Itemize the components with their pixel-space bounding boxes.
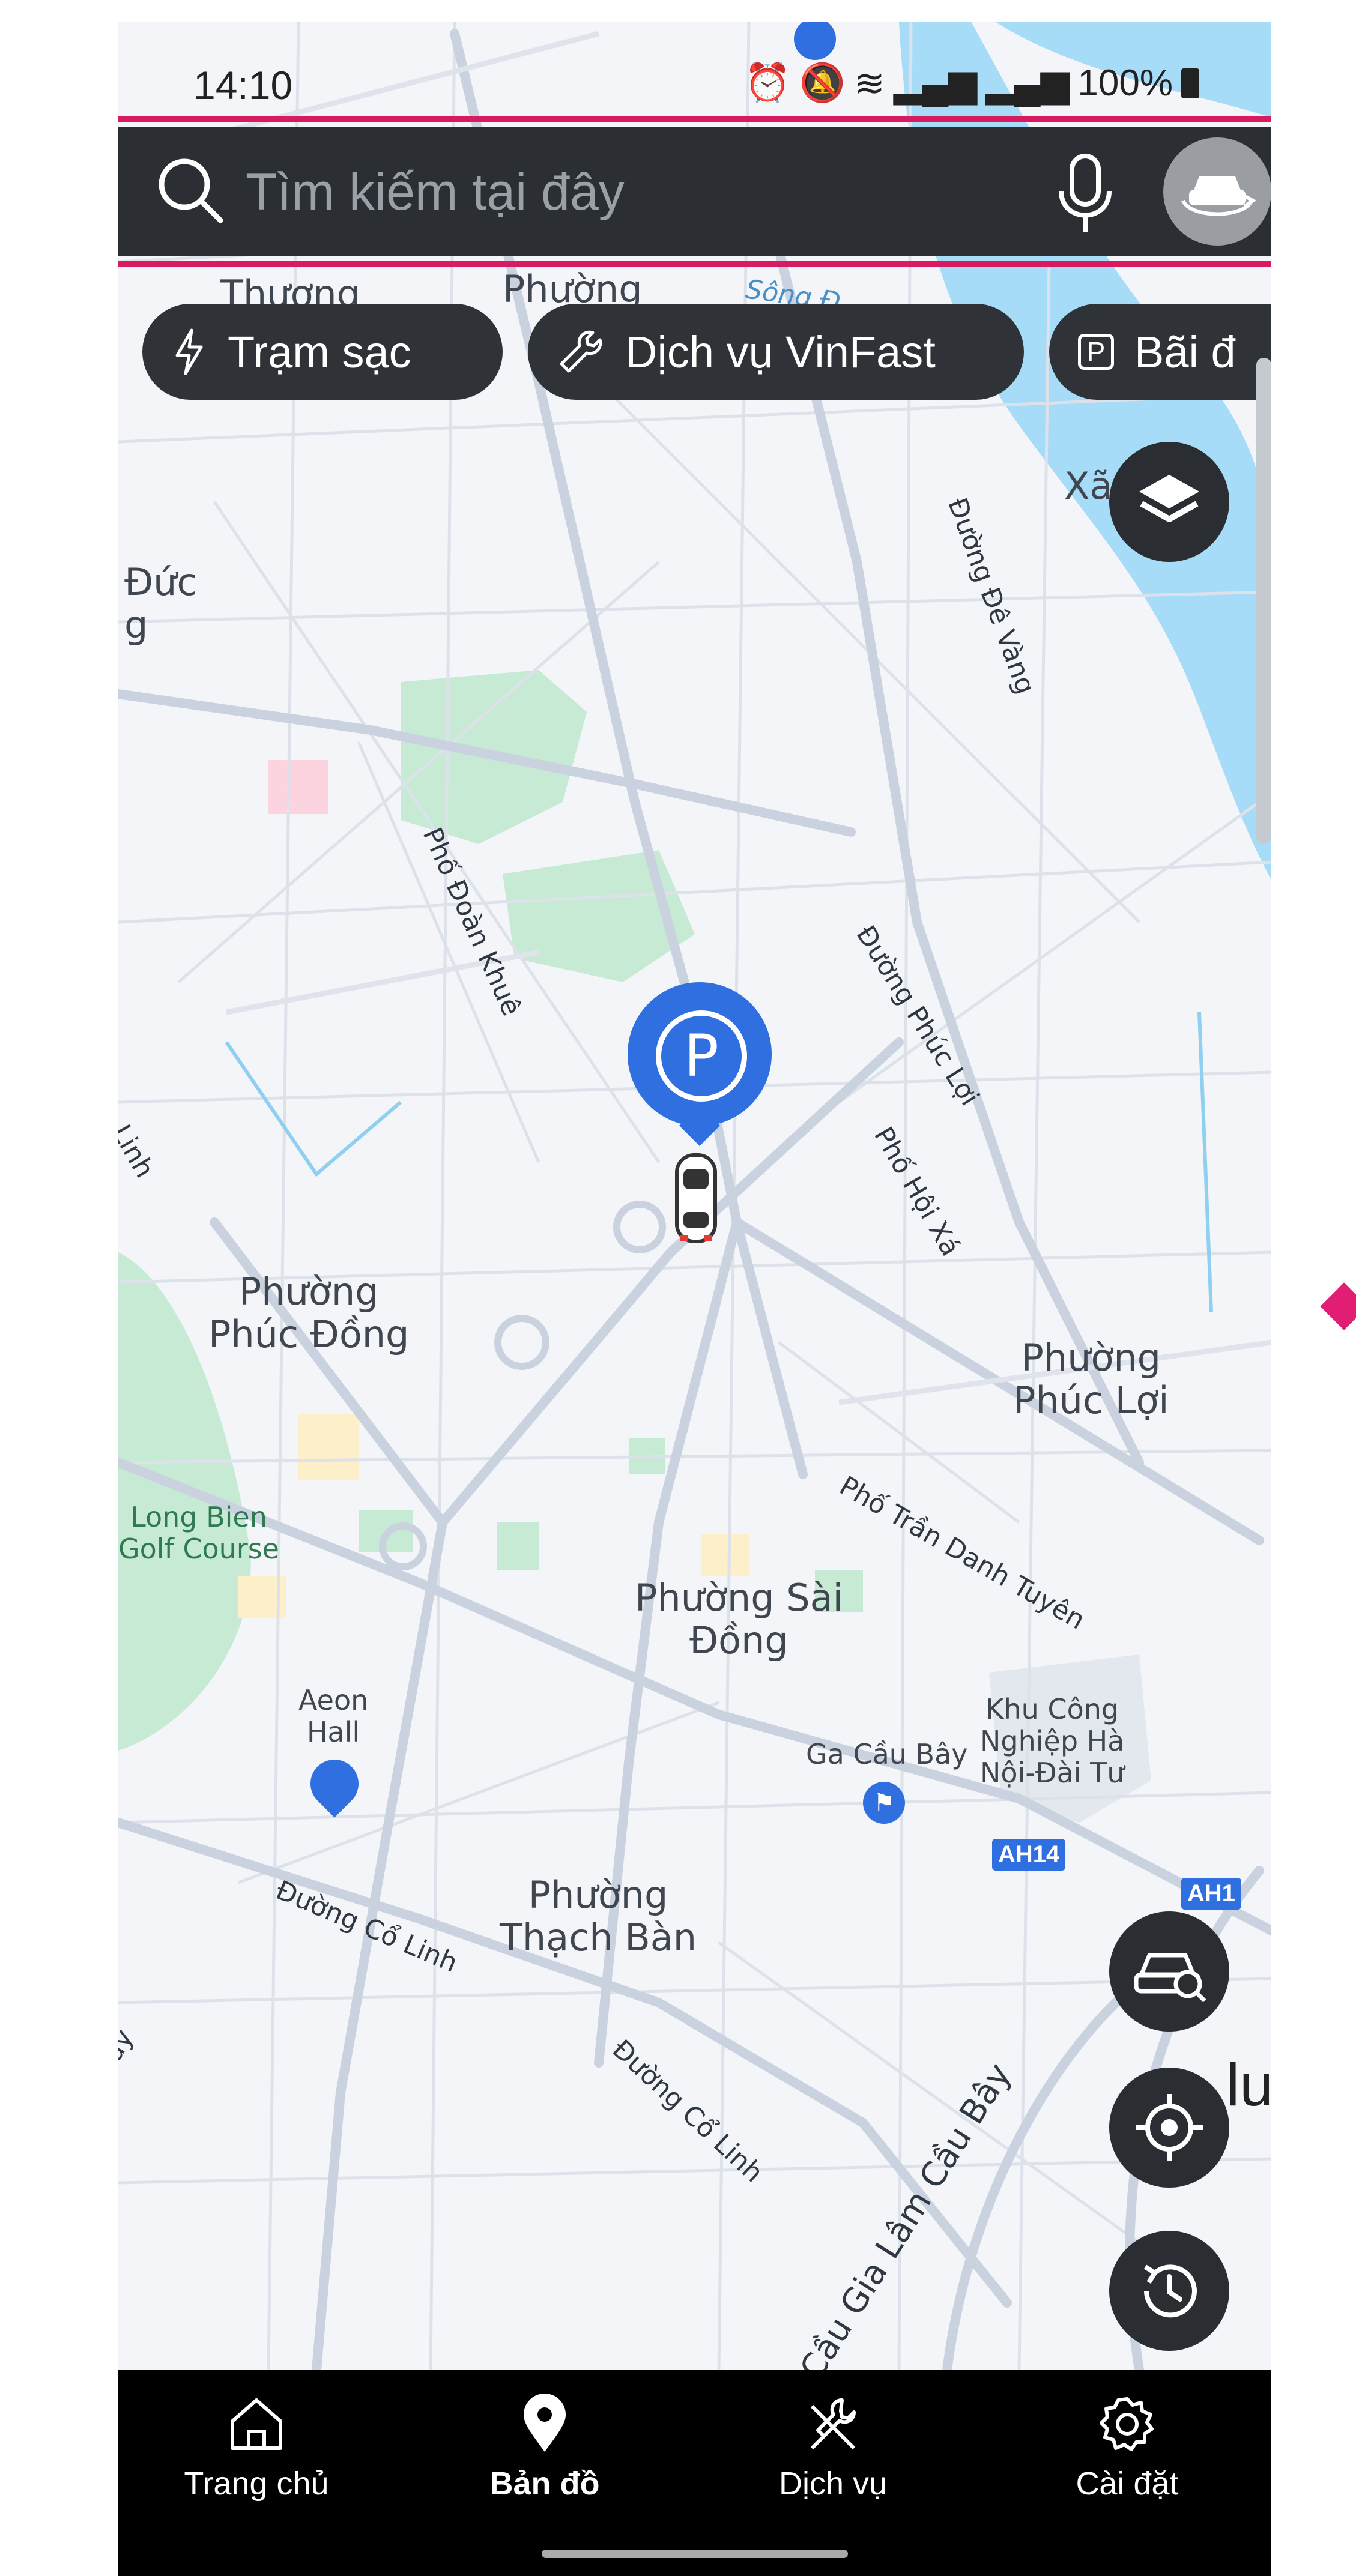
- map-layers-button[interactable]: [1109, 442, 1229, 562]
- battery-icon: [1181, 68, 1199, 98]
- map-pin-icon: [524, 2394, 566, 2452]
- area-label-phuc-loi: Phường Phúc Lợi: [1013, 1336, 1169, 1423]
- app-screen: Phường Phúc Đồng Phường Phúc Lợi Phường …: [118, 22, 1271, 2576]
- poi-label-golf: Long Bien Golf Course: [118, 1501, 279, 1565]
- history-button[interactable]: [1109, 2231, 1229, 2351]
- status-bar: 14:10 ⏰ 🔕 ≋ ▂▄▆ ▂▄▆ 100%: [118, 22, 1271, 112]
- nav-label-home: Trang chủ: [184, 2466, 329, 2502]
- chip-parking[interactable]: P Bãi đ: [1049, 304, 1271, 400]
- parking-icon: P: [1078, 334, 1114, 370]
- vehicle-search-button[interactable]: [1109, 1911, 1229, 2032]
- highway-shield-ah14: AH14: [992, 1839, 1066, 1871]
- crosshair-icon: [1136, 2094, 1203, 2161]
- poi-label-station: Ga Cầu Bây: [806, 1738, 968, 1770]
- area-label-duc: Đức g: [124, 560, 198, 647]
- chip-label-charging: Trạm sạc: [228, 327, 411, 377]
- chip-label-vinfast: Dịch vụ VinFast: [625, 327, 936, 377]
- nav-item-map[interactable]: Bản đồ: [419, 2394, 671, 2526]
- search-input[interactable]: [244, 127, 967, 257]
- signal-icon: ▂▄▆: [893, 63, 978, 104]
- wrench-icon: [560, 330, 602, 373]
- highway-shield-ah1: AH1: [1181, 1878, 1242, 1910]
- bottom-navigation: Trang chủ Bản đồ Dịch vụ Cài đặt: [118, 2370, 1271, 2576]
- status-icons: ⏰ 🔕 ≋ ▂▄▆ ▂▄▆ 100%: [744, 61, 1199, 105]
- parking-marker[interactable]: P: [628, 982, 772, 1146]
- gear-icon: [1100, 2397, 1154, 2451]
- nav-item-services[interactable]: Dịch vụ: [707, 2394, 959, 2526]
- nav-label-settings: Cài đặt: [1076, 2466, 1179, 2502]
- nav-item-settings[interactable]: Cài đặt: [1001, 2394, 1253, 2526]
- lightning-icon: [175, 328, 203, 375]
- battery-percent: 100%: [1077, 62, 1173, 104]
- chip-vinfast-service[interactable]: Dịch vụ VinFast: [528, 304, 1024, 400]
- history-icon: [1143, 2264, 1197, 2318]
- poi-label-industrial: Khu Công Nghiệp Hà Nội-Đài Tư: [980, 1693, 1125, 1789]
- microphone-icon[interactable]: [1049, 151, 1121, 235]
- map-side-label: lu: [1226, 2051, 1271, 2119]
- tools-icon: [810, 2398, 856, 2450]
- car-location-icon[interactable]: [675, 1153, 717, 1243]
- chip-charging-station[interactable]: Trạm sạc: [142, 304, 503, 400]
- car-rotate-icon: [1181, 176, 1256, 216]
- signal-icon-2: ▂▄▆: [985, 63, 1070, 104]
- home-indicator[interactable]: [542, 2550, 848, 2558]
- area-label-sai-dong: Phường Sài Đồng: [635, 1576, 843, 1663]
- edge-marker: [1320, 1282, 1356, 1330]
- parking-icon: P: [656, 1010, 747, 1102]
- wifi-icon: ≋: [853, 63, 885, 104]
- nav-item-home[interactable]: Trang chủ: [130, 2394, 383, 2526]
- alarm-icon: ⏰: [744, 62, 791, 104]
- area-label-thach-ban: Phường Thạch Bàn: [500, 1873, 697, 1960]
- search-bar[interactable]: [118, 127, 1271, 257]
- nav-label-map: Bản đồ: [489, 2466, 600, 2502]
- home-icon: [231, 2398, 282, 2450]
- area-label-xa: Xã: [1064, 464, 1113, 508]
- train-station-icon[interactable]: ⚑: [863, 1782, 905, 1824]
- car-search-icon: [1134, 1953, 1206, 2003]
- layers-icon: [1139, 475, 1199, 522]
- my-location-button[interactable]: [1109, 2068, 1229, 2188]
- poi-label-aeon: Aeon Hall: [298, 1684, 369, 1748]
- search-icon: [154, 154, 226, 226]
- chip-label-parking: Bãi đ: [1134, 327, 1236, 377]
- mute-icon: 🔕: [799, 62, 846, 104]
- area-label-phuc-dong: Phường Phúc Đồng: [208, 1270, 410, 1357]
- map-scrollbar[interactable]: [1256, 358, 1271, 844]
- nav-label-services: Dịch vụ: [778, 2466, 888, 2502]
- vehicle-switch-button[interactable]: [1163, 137, 1271, 246]
- status-time: 14:10: [193, 63, 293, 107]
